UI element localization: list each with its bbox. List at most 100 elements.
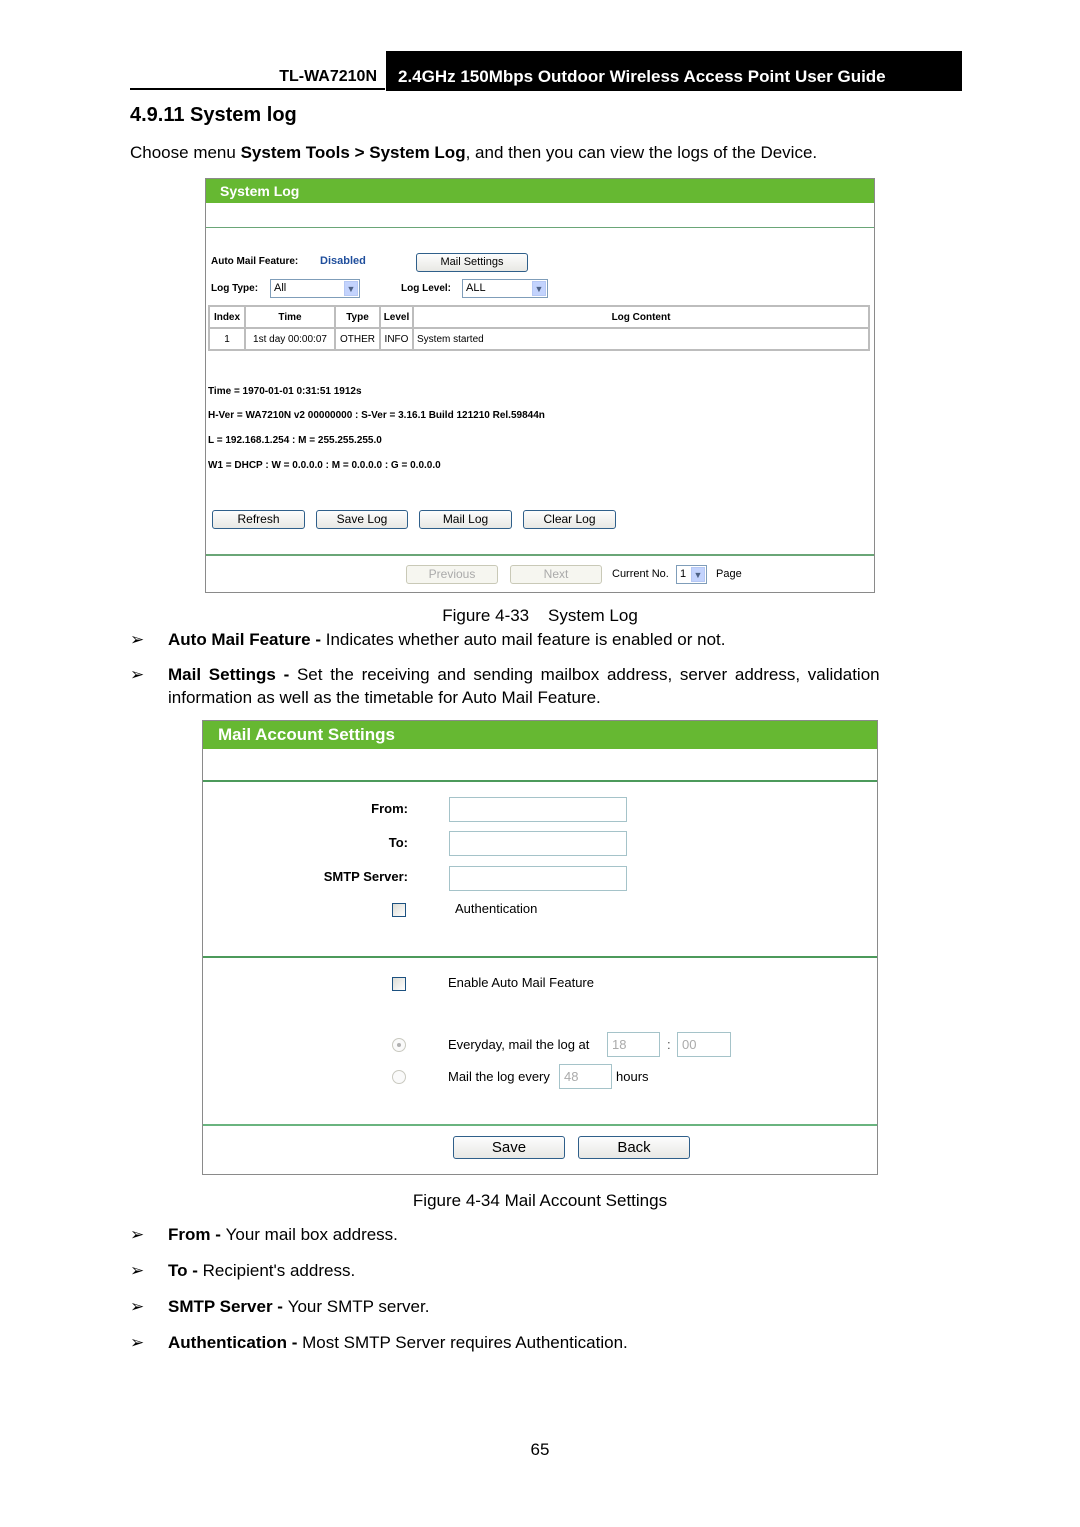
auto-mail-label: Auto Mail Feature: bbox=[211, 256, 299, 267]
bullet-arrow-icon: ➢ bbox=[130, 630, 145, 649]
chevron-down-icon: ▼ bbox=[691, 567, 705, 582]
bullet-text: From - Your mail box address. bbox=[168, 1225, 398, 1245]
save-button[interactable]: Save bbox=[453, 1136, 565, 1159]
bullet-arrow-icon: ➢ bbox=[130, 1297, 145, 1316]
mail-log-button[interactable]: Mail Log bbox=[419, 510, 512, 529]
everyday-label: Everyday, mail the log at bbox=[448, 1037, 590, 1052]
back-button[interactable]: Back bbox=[578, 1136, 690, 1159]
auto-mail-status: Disabled bbox=[320, 255, 366, 267]
everyday-radio[interactable] bbox=[392, 1038, 406, 1052]
bullet-authentication: ➢ Authentication - Most SMTP Server requ… bbox=[130, 1333, 950, 1355]
header-guide-title: 2.4GHz 150Mbps Outdoor Wireless Access P… bbox=[386, 51, 962, 91]
from-input[interactable] bbox=[449, 797, 627, 822]
table-header-time: Time bbox=[245, 306, 335, 328]
bullet-desc-continued: information as well as the timetable for… bbox=[168, 688, 601, 707]
previous-button[interactable]: Previous bbox=[406, 565, 498, 584]
from-label: From: bbox=[371, 801, 408, 816]
clear-log-button[interactable]: Clear Log bbox=[523, 510, 616, 529]
bullet-desc: Set the receiving and sending mailbox ad… bbox=[296, 665, 880, 684]
smtp-server-input[interactable] bbox=[449, 866, 627, 891]
section-title: 4.9.11 System log bbox=[130, 104, 297, 126]
chevron-down-icon: ▼ bbox=[344, 281, 358, 296]
bullet-arrow-icon: ➢ bbox=[130, 1261, 145, 1280]
bullet-text: Authentication - Most SMTP Server requir… bbox=[168, 1333, 628, 1353]
smtp-server-label: SMTP Server: bbox=[323, 869, 408, 884]
figure-33-caption: Figure 4-33 System Log bbox=[442, 606, 638, 625]
header-model: TL-WA7210N bbox=[130, 64, 385, 90]
bullet-desc: Indicates whether auto mail feature is e… bbox=[325, 630, 726, 649]
intro-suffix: , and then you can view the logs of the … bbox=[465, 143, 818, 162]
enable-auto-mail-checkbox[interactable] bbox=[392, 977, 406, 991]
bullet-desc: Recipient's address. bbox=[202, 1261, 356, 1280]
save-log-button[interactable]: Save Log bbox=[316, 510, 408, 529]
hours-label: hours bbox=[616, 1069, 649, 1084]
bullet-desc: Your SMTP server. bbox=[287, 1297, 430, 1316]
bullet-text: Auto Mail Feature - Indicates whether au… bbox=[168, 630, 725, 650]
bullet-term: Auto Mail Feature - bbox=[168, 630, 326, 649]
mail-settings-button[interactable]: Mail Settings bbox=[416, 253, 528, 272]
next-button[interactable]: Next bbox=[510, 565, 602, 584]
refresh-button[interactable]: Refresh bbox=[212, 510, 305, 529]
intro-paragraph: Choose menu System Tools > System Log, a… bbox=[130, 143, 817, 163]
current-page-label: Current No. bbox=[612, 568, 669, 580]
authentication-checkbox[interactable] bbox=[392, 903, 406, 917]
system-log-title-bar: System Log bbox=[206, 179, 874, 203]
intro-menu-path: System Tools > System Log bbox=[240, 143, 466, 162]
bullet-text: To - Recipient's address. bbox=[168, 1261, 355, 1281]
divider bbox=[203, 1124, 877, 1126]
page-label: Page bbox=[716, 568, 742, 580]
log-type-select[interactable]: All ▼ bbox=[270, 279, 360, 298]
bullet-desc: Most SMTP Server requires Authentication… bbox=[302, 1333, 628, 1352]
bullet-arrow-icon: ➢ bbox=[130, 665, 145, 684]
bullet-desc: Your mail box address. bbox=[225, 1225, 398, 1244]
bullet-text: SMTP Server - Your SMTP server. bbox=[168, 1297, 429, 1317]
bullet-smtp-server: ➢ SMTP Server - Your SMTP server. bbox=[130, 1297, 950, 1319]
bullet-from: ➢ From - Your mail box address. bbox=[130, 1225, 950, 1247]
bullet-term: Authentication - bbox=[168, 1333, 303, 1352]
info-wan: W1 = DHCP : W = 0.0.0.0 : M = 0.0.0.0 : … bbox=[208, 460, 441, 471]
chevron-down-icon: ▼ bbox=[532, 281, 546, 296]
bullet-auto-mail-feature: ➢ Auto Mail Feature - Indicates whether … bbox=[130, 630, 950, 652]
divider bbox=[206, 554, 874, 556]
everyday-minute-input[interactable]: 00 bbox=[677, 1032, 731, 1057]
system-log-title: System Log bbox=[220, 183, 300, 199]
bullet-term: From - bbox=[168, 1225, 226, 1244]
table-header-log-content: Log Content bbox=[413, 306, 869, 328]
every-label: Mail the log every bbox=[448, 1069, 550, 1084]
mail-account-panel: Mail Account Settings From: To: SMTP Ser… bbox=[202, 720, 878, 1175]
bullet-mail-settings: ➢ Mail Settings - Set the receiving and … bbox=[130, 665, 950, 711]
bullet-term: To - bbox=[168, 1261, 203, 1280]
every-hours-radio[interactable] bbox=[392, 1070, 406, 1084]
divider bbox=[203, 780, 877, 782]
current-page-value: 1 bbox=[680, 568, 687, 580]
bullet-arrow-icon: ➢ bbox=[130, 1225, 145, 1244]
figure-34-caption: Figure 4-34 Mail Account Settings bbox=[412, 1191, 668, 1210]
log-level-select[interactable]: ALL ▼ bbox=[462, 279, 548, 298]
to-label: To: bbox=[388, 835, 408, 850]
info-time: Time = 1970-01-01 0:31:51 1912s bbox=[208, 386, 362, 397]
log-level-label: Log Level: bbox=[401, 283, 452, 294]
divider bbox=[206, 227, 874, 228]
log-type-value: All bbox=[274, 282, 287, 294]
time-separator: : bbox=[667, 1037, 671, 1052]
bullet-arrow-icon: ➢ bbox=[130, 1333, 145, 1352]
current-page-select[interactable]: 1 ▼ bbox=[676, 565, 707, 584]
everyday-hour-input[interactable]: 18 bbox=[607, 1032, 660, 1057]
every-hours-input[interactable]: 48 bbox=[559, 1064, 612, 1089]
log-level-value: ALL bbox=[466, 282, 486, 294]
table-cell-time: 1st day 00:00:07 bbox=[245, 328, 335, 350]
to-input[interactable] bbox=[449, 831, 627, 856]
log-type-label: Log Type: bbox=[211, 283, 259, 294]
bullet-text: Mail Settings - Set the receiving and se… bbox=[168, 665, 880, 685]
table-header-level: Level bbox=[380, 306, 413, 328]
table-cell-type: OTHER bbox=[335, 328, 380, 350]
authentication-label: Authentication bbox=[455, 901, 538, 916]
table-header-type: Type bbox=[335, 306, 380, 328]
mail-account-title: Mail Account Settings bbox=[218, 725, 395, 744]
bullet-to: ➢ To - Recipient's address. bbox=[130, 1261, 950, 1283]
intro-prefix: Choose menu bbox=[130, 143, 241, 162]
page-number: 65 bbox=[530, 1440, 550, 1459]
bullet-term: SMTP Server - bbox=[168, 1297, 288, 1316]
info-lan: L = 192.168.1.254 : M = 255.255.255.0 bbox=[208, 435, 382, 446]
table-header-index: Index bbox=[209, 306, 245, 328]
